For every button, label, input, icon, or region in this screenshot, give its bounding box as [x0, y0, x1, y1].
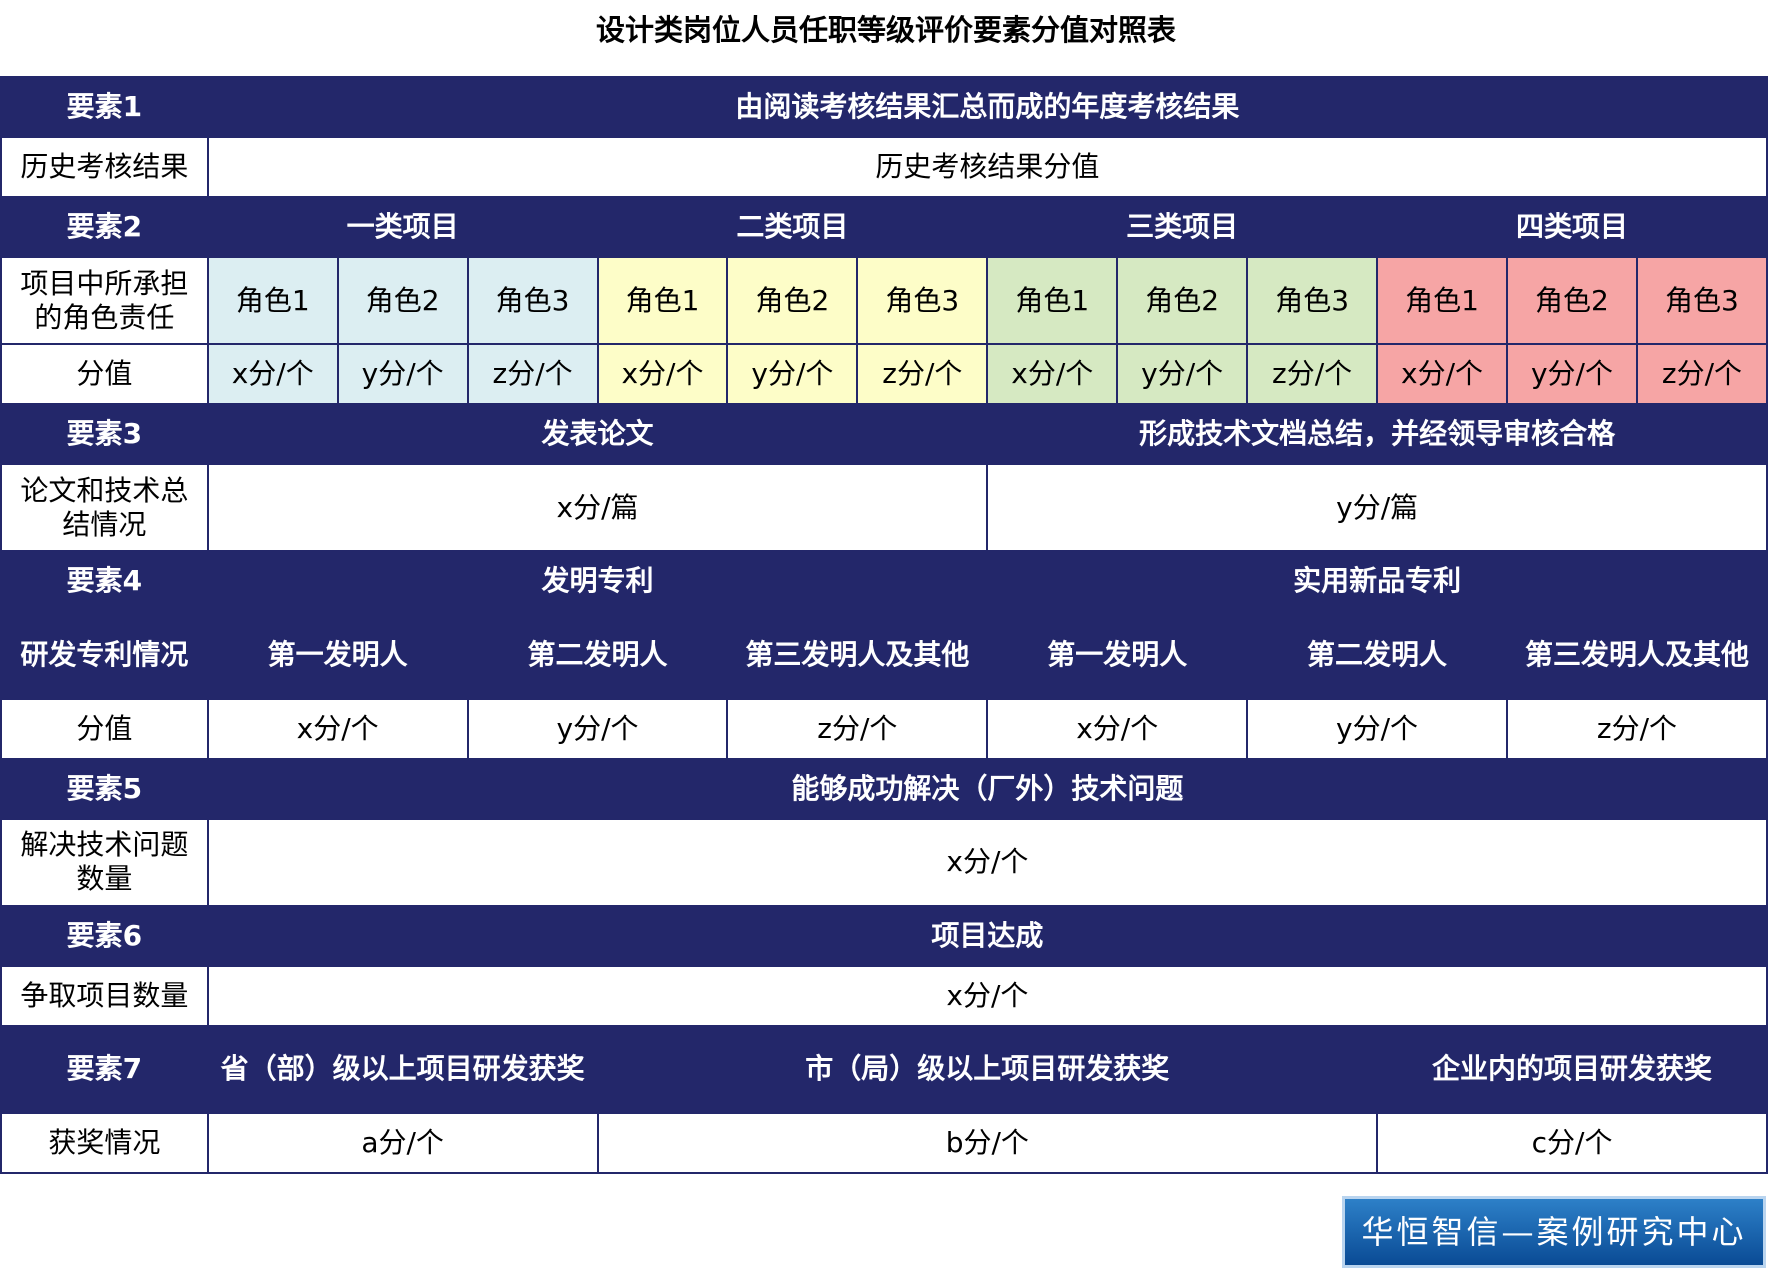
e1-label: 历史考核结果 — [0, 136, 209, 199]
score-cell: y分/个 — [336, 343, 469, 406]
e3-header-row: 要素3 发表论文 形成技术文档总结，并经领导审核合格 — [0, 403, 1768, 466]
e7-val3: c分/个 — [1376, 1111, 1768, 1175]
e3-label: 论文和技术总结情况 — [0, 463, 209, 553]
e4-inventor-row: 研发专利情况 第一发明人 第二发明人 第三发明人及其他 第一发明人 第二发明人 … — [0, 610, 1769, 700]
e6-label: 争取项目数量 — [0, 964, 209, 1027]
role-cell: 角色3 — [856, 256, 989, 346]
e2-class-3: 三类项目 — [986, 196, 1379, 259]
score-cell: z分/个 — [1505, 697, 1769, 760]
role-cell: 角色2 — [726, 256, 859, 346]
e7-label: 获奖情况 — [0, 1111, 209, 1175]
role-cell: 角色2 — [1505, 256, 1638, 346]
e7-head: 要素7 — [0, 1024, 209, 1114]
e5-desc: 能够成功解决（厂外）技术问题 — [206, 757, 1769, 820]
e6-value-row: 争取项目数量 x分/个 — [0, 964, 1769, 1027]
score-cell: z分/个 — [856, 343, 989, 406]
role-cell: 角色3 — [1635, 256, 1769, 346]
score-cell: z分/个 — [726, 697, 989, 760]
score-cell: y分/个 — [726, 343, 859, 406]
e1-value: 历史考核结果分值 — [206, 136, 1769, 199]
e2-head: 要素2 — [0, 196, 209, 259]
inventor-cell: 第一发明人 — [986, 610, 1249, 700]
score-cell: x分/个 — [206, 697, 469, 760]
e7-col2: 市（局）级以上项目研发获奖 — [596, 1024, 1379, 1114]
score-cell: x分/个 — [986, 697, 1249, 760]
e6-desc: 项目达成 — [206, 904, 1769, 967]
e5-head: 要素5 — [0, 757, 209, 820]
role-cell: 角色1 — [1376, 256, 1508, 346]
inventor-cell: 第一发明人 — [206, 610, 469, 700]
e2-class-2: 二类项目 — [596, 196, 989, 259]
e7-value-row: 获奖情况 a分/个 b分/个 c分/个 — [0, 1111, 1768, 1175]
score-cell: z分/个 — [1246, 343, 1379, 406]
e3-head: 要素3 — [0, 403, 209, 466]
e1-header-row: 要素1 由阅读考核结果汇总而成的年度考核结果 — [0, 75, 1769, 139]
evaluation-table: 要素1 由阅读考核结果汇总而成的年度考核结果 历史考核结果 历史考核结果分值 要… — [0, 75, 1769, 1175]
e3-value-row: 论文和技术总结情况 x分/篇 y分/篇 — [0, 463, 1768, 553]
e2-class-4: 四类项目 — [1376, 196, 1768, 259]
e7-val1: a分/个 — [206, 1111, 599, 1175]
score-cell: y分/个 — [1116, 343, 1249, 406]
e2-class-1: 一类项目 — [206, 196, 599, 259]
e1-desc: 由阅读考核结果汇总而成的年度考核结果 — [206, 75, 1769, 139]
e7-col3: 企业内的项目研发获奖 — [1376, 1024, 1768, 1114]
score-cell: y分/个 — [1505, 343, 1638, 406]
e5-header-row: 要素5 能够成功解决（厂外）技术问题 — [0, 757, 1769, 820]
e3-col2: 形成技术文档总结，并经领导审核合格 — [986, 403, 1768, 466]
e4-score-row: 分值 x分/个 y分/个 z分/个 x分/个 y分/个 z分/个 — [0, 697, 1769, 760]
e3-col1: 发表论文 — [206, 403, 989, 466]
e4-sub-label: 研发专利情况 — [0, 610, 209, 700]
score-cell: x分/个 — [206, 343, 339, 406]
e6-head: 要素6 — [0, 904, 209, 967]
role-cell: 角色2 — [1116, 256, 1249, 346]
score-cell: y分/个 — [466, 697, 729, 760]
e4-header-row: 要素4 发明专利 实用新品专利 — [0, 550, 1768, 613]
score-cell: y分/个 — [1246, 697, 1508, 760]
e7-val2: b分/个 — [596, 1111, 1379, 1175]
role-cell: 角色1 — [596, 256, 729, 346]
e2-role-row: 项目中所承担的角色责任 角色1 角色2 角色3 角色1 角色2 角色3 角色1 … — [0, 256, 1769, 346]
e4-head: 要素4 — [0, 550, 209, 613]
e2-score-row: 分值 x分/个 y分/个 z分/个 x分/个 y分/个 z分/个 x分/个 y分… — [0, 343, 1769, 406]
e6-value: x分/个 — [206, 964, 1769, 1027]
score-cell: x分/个 — [986, 343, 1119, 406]
role-cell: 角色3 — [1246, 256, 1379, 346]
e2-role-label: 项目中所承担的角色责任 — [0, 256, 209, 346]
inventor-cell: 第三发明人及其他 — [1505, 610, 1769, 700]
e2-score-label: 分值 — [0, 343, 209, 406]
role-cell: 角色1 — [986, 256, 1119, 346]
inventor-cell: 第二发明人 — [466, 610, 729, 700]
score-cell: z分/个 — [466, 343, 599, 406]
role-cell: 角色2 — [336, 256, 469, 346]
e6-header-row: 要素6 项目达成 — [0, 904, 1769, 967]
e7-header-row: 要素7 省（部）级以上项目研发获奖 市（局）级以上项目研发获奖 企业内的项目研发… — [0, 1024, 1768, 1114]
e2-header-row: 要素2 一类项目 二类项目 三类项目 四类项目 — [0, 196, 1768, 259]
e7-col1: 省（部）级以上项目研发获奖 — [206, 1024, 599, 1114]
e5-label: 解决技术问题数量 — [0, 817, 209, 907]
e1-head: 要素1 — [0, 75, 209, 139]
page-title: 设计类岗位人员任职等级评价要素分值对照表 — [595, 13, 1176, 47]
e1-value-row: 历史考核结果 历史考核结果分值 — [0, 136, 1769, 199]
role-cell: 角色3 — [466, 256, 599, 346]
inventor-cell: 第二发明人 — [1246, 610, 1508, 700]
role-cell: 角色1 — [206, 256, 339, 346]
e5-value: x分/个 — [206, 817, 1769, 907]
e4-score-label: 分值 — [0, 697, 209, 760]
e5-value-row: 解决技术问题数量 x分/个 — [0, 817, 1769, 907]
e4-col1: 发明专利 — [206, 550, 989, 613]
brand-watermark: 华恒智信—案例研究中心 — [1342, 1196, 1766, 1268]
inventor-cell: 第三发明人及其他 — [726, 610, 989, 700]
score-cell: z分/个 — [1635, 343, 1769, 406]
e4-col2: 实用新品专利 — [986, 550, 1768, 613]
score-cell: x分/个 — [596, 343, 729, 406]
e3-val1: x分/篇 — [206, 463, 989, 553]
score-cell: x分/个 — [1376, 343, 1508, 406]
e3-val2: y分/篇 — [986, 463, 1768, 553]
